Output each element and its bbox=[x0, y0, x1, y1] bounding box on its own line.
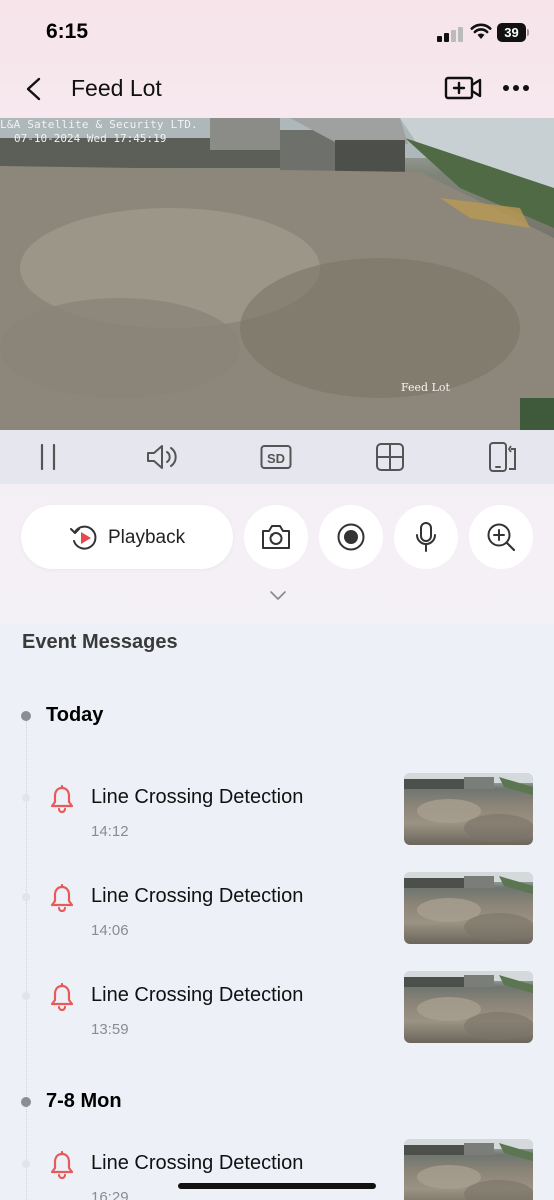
event-list-item[interactable]: Line Crossing Detection 16:29 bbox=[0, 1139, 554, 1200]
page-title: Feed Lot bbox=[71, 75, 162, 101]
date-group-dot bbox=[21, 1097, 31, 1107]
playback-button[interactable]: Playback bbox=[21, 505, 233, 569]
playback-icon bbox=[70, 525, 97, 550]
sd-quality-icon[interactable]: SD bbox=[259, 440, 293, 474]
record-button[interactable] bbox=[319, 505, 383, 569]
date-group-dot bbox=[21, 711, 31, 721]
event-title: Line Crossing Detection bbox=[91, 885, 304, 907]
grid-view-icon[interactable] bbox=[373, 440, 407, 474]
osd-camera-name: Feed Lot bbox=[401, 381, 450, 394]
chevron-down-icon[interactable] bbox=[268, 588, 288, 602]
event-dot bbox=[22, 1160, 30, 1168]
playback-label: Playback bbox=[108, 527, 186, 548]
status-time: 6:15 bbox=[46, 20, 89, 43]
osd-company: L&A Satellite & Security LTD. bbox=[0, 118, 198, 131]
event-dot bbox=[22, 893, 30, 901]
rotate-phone-icon[interactable] bbox=[487, 440, 521, 474]
bell-icon bbox=[49, 784, 75, 814]
event-list-item[interactable]: Line Crossing Detection 14:06 bbox=[0, 872, 554, 960]
battery-indicator: 39 bbox=[497, 23, 529, 42]
speaker-icon[interactable] bbox=[145, 440, 179, 474]
event-title: Line Crossing Detection bbox=[91, 786, 304, 808]
event-thumbnail[interactable] bbox=[404, 1139, 533, 1200]
bell-icon bbox=[49, 1150, 75, 1180]
live-video-feed[interactable]: L&A Satellite & Security LTD. 07-10-2024… bbox=[0, 118, 554, 430]
status-bar: 6:15 39 bbox=[0, 0, 554, 66]
event-list-item[interactable]: Line Crossing Detection 14:12 bbox=[0, 773, 554, 861]
wifi-icon bbox=[470, 23, 492, 39]
camera-snapshot-button[interactable] bbox=[244, 505, 308, 569]
microphone-button[interactable] bbox=[394, 505, 458, 569]
event-title: Line Crossing Detection bbox=[91, 1152, 304, 1174]
event-thumbnail[interactable] bbox=[404, 872, 533, 944]
bell-icon bbox=[49, 883, 75, 913]
cellular-signal-icon bbox=[437, 26, 463, 42]
video-control-bar: SD bbox=[0, 430, 554, 484]
event-list-item[interactable]: Line Crossing Detection 13:59 bbox=[0, 971, 554, 1059]
microphone-icon bbox=[416, 522, 436, 552]
battery-level: 39 bbox=[497, 23, 526, 42]
record-icon bbox=[337, 523, 365, 551]
ellipsis-icon[interactable] bbox=[500, 78, 532, 98]
event-time: 13:59 bbox=[91, 1021, 129, 1038]
event-dot bbox=[22, 992, 30, 1000]
bell-icon bbox=[49, 982, 75, 1012]
event-thumbnail[interactable] bbox=[404, 773, 533, 845]
event-time: 16:29 bbox=[91, 1189, 129, 1200]
date-group-label: 7-8 Mon bbox=[46, 1090, 122, 1112]
chevron-left-icon[interactable] bbox=[20, 74, 48, 104]
zoom-in-icon bbox=[487, 523, 516, 552]
event-time: 14:06 bbox=[91, 922, 129, 939]
event-dot bbox=[22, 794, 30, 802]
video-add-icon[interactable] bbox=[444, 74, 482, 102]
home-indicator bbox=[178, 1183, 376, 1189]
svg-text:SD: SD bbox=[267, 451, 285, 466]
pause-icon[interactable] bbox=[31, 440, 65, 474]
event-messages-heading: Event Messages bbox=[22, 631, 178, 653]
osd-datetime: 07-10-2024 Wed 17:45:19 bbox=[14, 132, 167, 145]
video-scene bbox=[0, 118, 554, 430]
event-title: Line Crossing Detection bbox=[91, 984, 304, 1006]
zoom-in-button[interactable] bbox=[469, 505, 533, 569]
event-thumbnail[interactable] bbox=[404, 971, 533, 1043]
date-group-label: Today bbox=[46, 704, 104, 726]
event-time: 14:12 bbox=[91, 823, 129, 840]
camera-snapshot-icon bbox=[262, 525, 290, 549]
